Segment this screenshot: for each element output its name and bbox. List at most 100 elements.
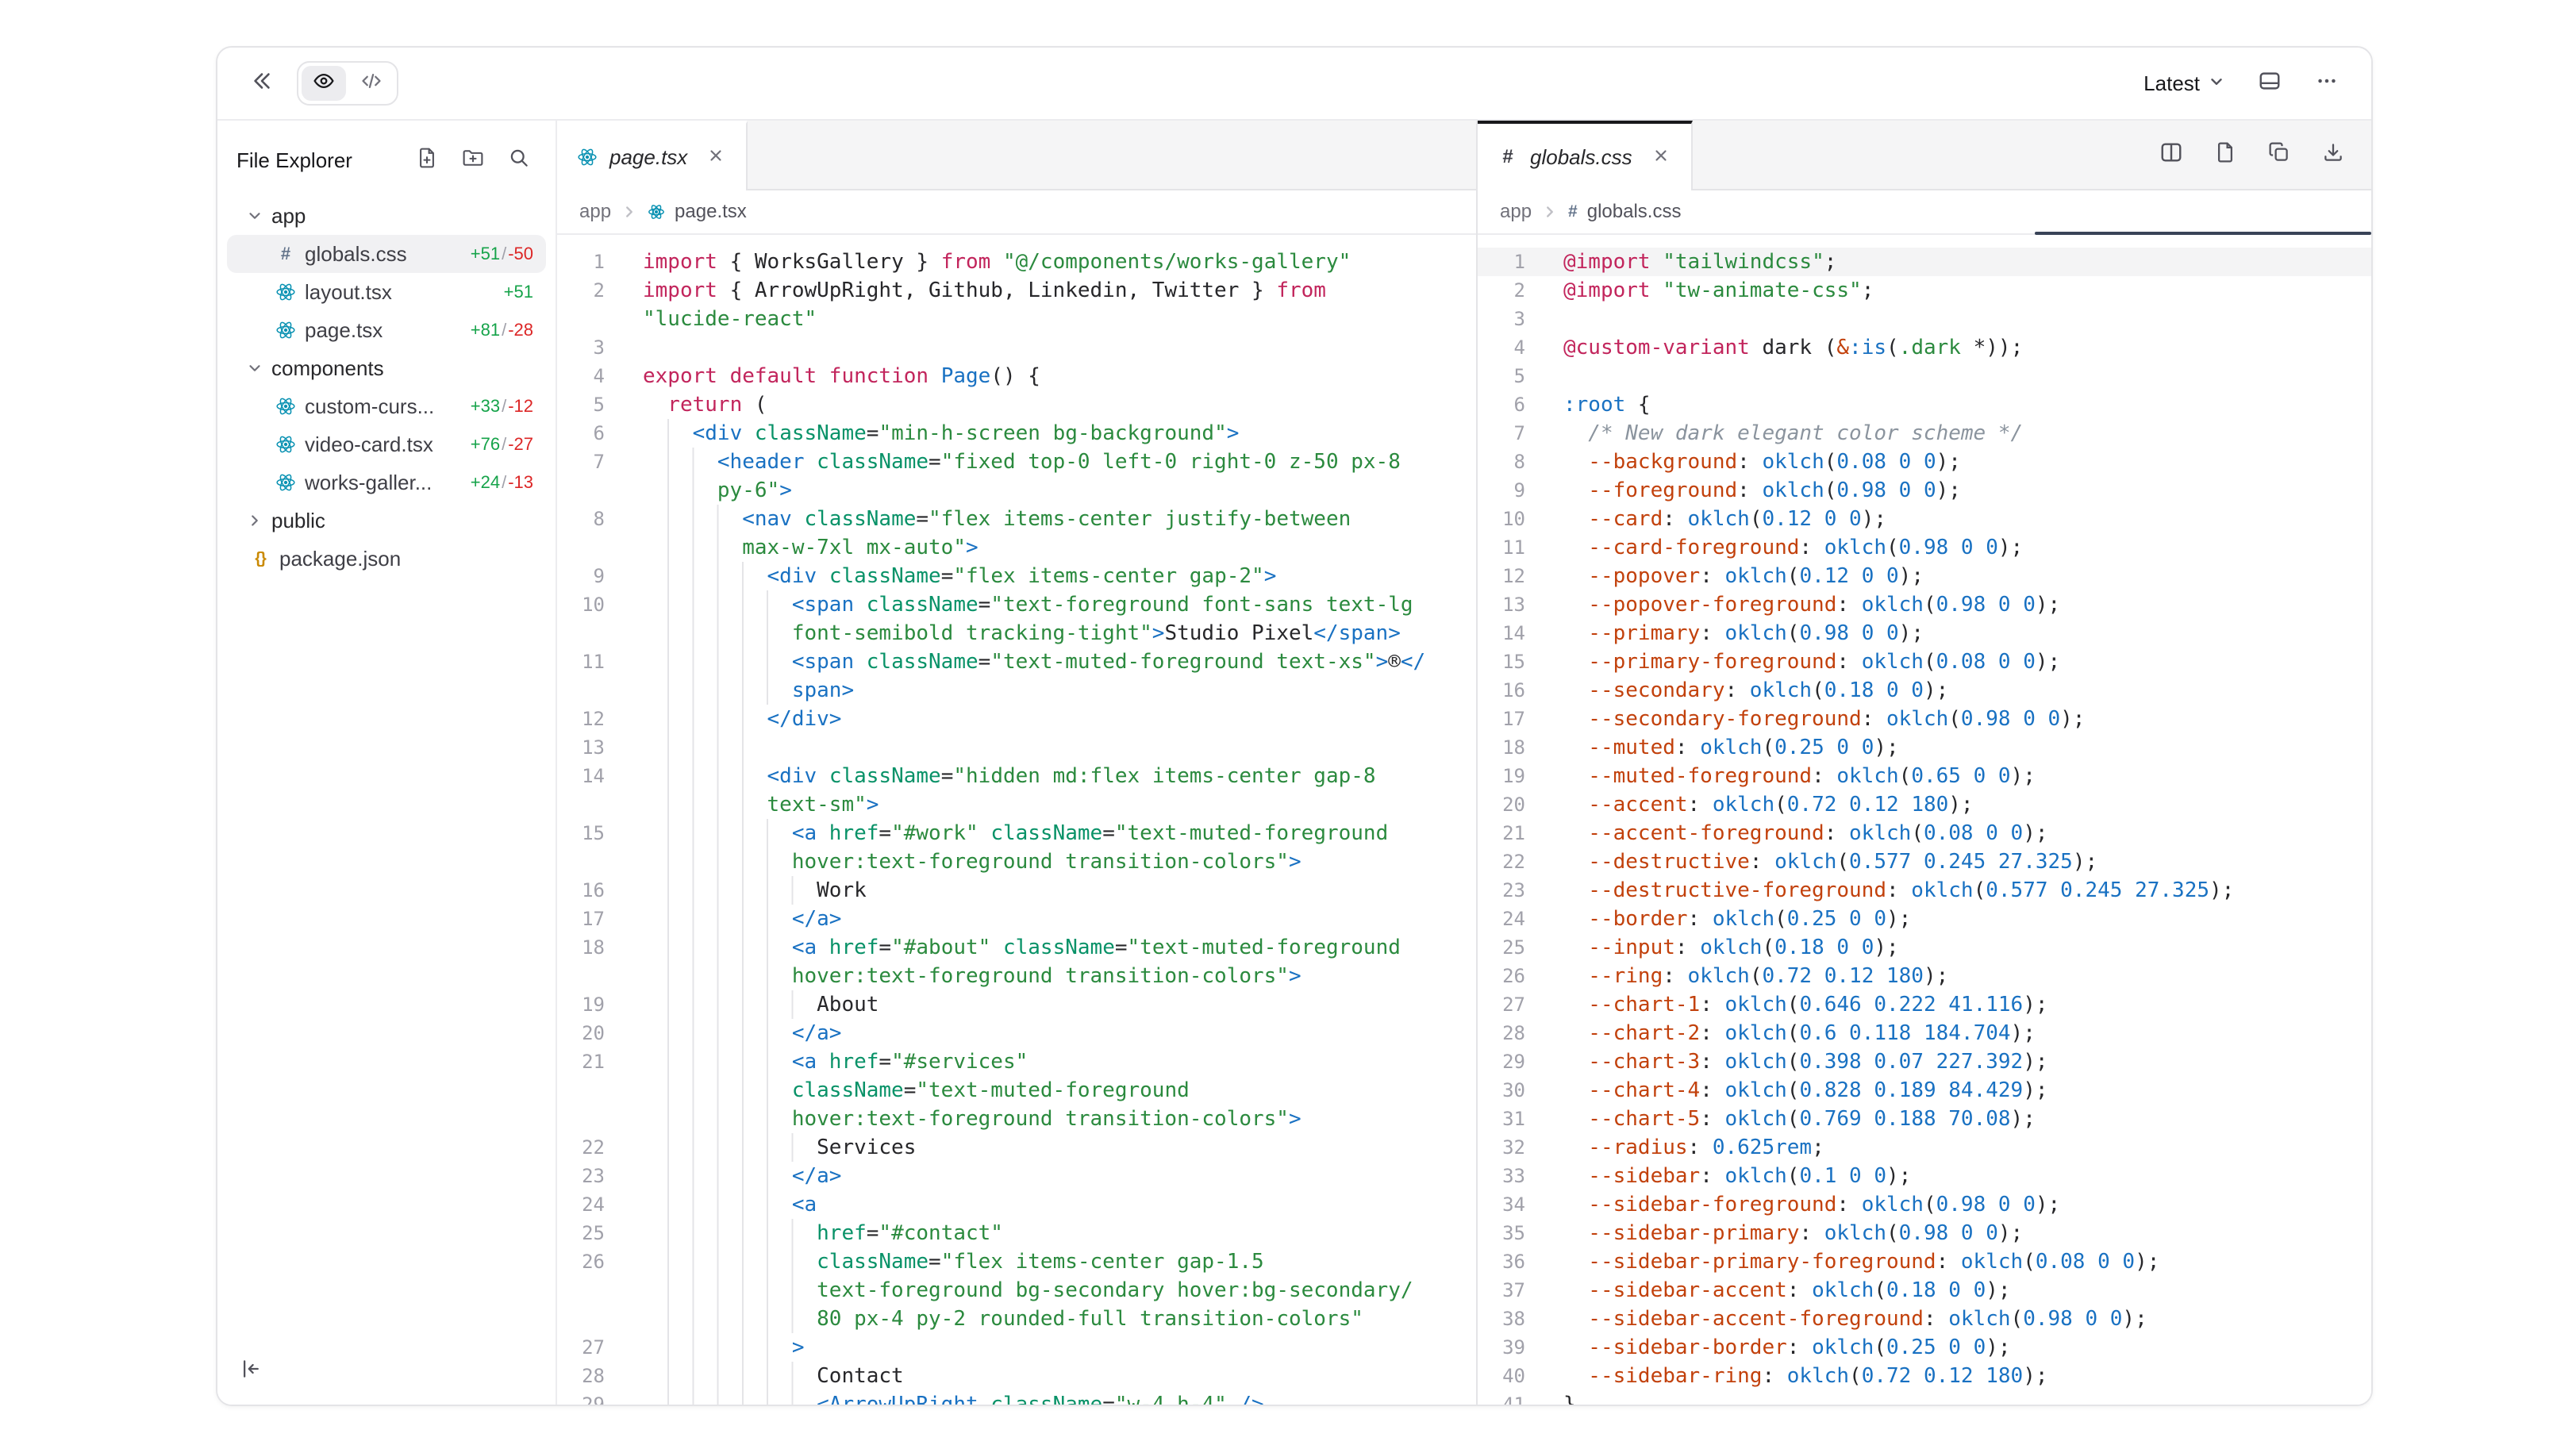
code-line-21[interactable]: 21<a href="#services" className="text-mu… (557, 1047, 1476, 1133)
code-line-1[interactable]: 1@import "tailwindcss"; (1478, 248, 2371, 276)
code-line-11[interactable]: 11<span className="text-muted-foreground… (557, 648, 1476, 705)
code-line-29[interactable]: 29--chart-3: oklch(0.398 0.07 227.392); (1478, 1047, 2371, 1076)
code-line-5[interactable]: 5 (1478, 362, 2371, 390)
new-folder-button[interactable] (456, 143, 490, 178)
code-line-23[interactable]: 23</a> (557, 1162, 1476, 1190)
code-line-34[interactable]: 34--sidebar-foreground: oklch(0.98 0 0); (1478, 1190, 2371, 1219)
code-line-33[interactable]: 33--sidebar: oklch(0.1 0 0); (1478, 1162, 2371, 1190)
code-line-26[interactable]: 26className="flex items-center gap-1.5 t… (557, 1247, 1476, 1333)
code-line-5[interactable]: 5return ( (557, 390, 1476, 419)
file-view-button[interactable] (2209, 139, 2241, 171)
code-line-20[interactable]: 20--accent: oklch(0.72 0.12 180); (1478, 790, 2371, 819)
code-line-12[interactable]: 12</div> (557, 705, 1476, 733)
tree-file-custom-curs...[interactable]: custom-curs...+33/-12 (227, 387, 546, 425)
code-line-9[interactable]: 9<div className="flex items-center gap-2… (557, 562, 1476, 590)
split-view-button[interactable] (2155, 139, 2187, 171)
download-button[interactable] (2317, 139, 2349, 171)
code-line-13[interactable]: 13 (557, 733, 1476, 762)
code-line-29[interactable]: 29<ArrowUpRight className="w-4 h-4" /> (557, 1390, 1476, 1405)
code-line-40[interactable]: 40--sidebar-ring: oklch(0.72 0.12 180); (1478, 1362, 2371, 1390)
code-view-button[interactable] (349, 66, 394, 101)
collapse-sidebar-button[interactable] (230, 1351, 271, 1392)
code-line-31[interactable]: 31--chart-5: oklch(0.769 0.188 70.08); (1478, 1105, 2371, 1133)
code-line-7[interactable]: 7<header className="fixed top-0 left-0 r… (557, 448, 1476, 505)
collapse-panel-button[interactable] (240, 61, 284, 106)
code-line-10[interactable]: 10<span className="text-foreground font-… (557, 590, 1476, 648)
search-files-button[interactable] (502, 143, 536, 178)
code-line-15[interactable]: 15--primary-foreground: oklch(0.08 0 0); (1478, 648, 2371, 676)
panel-layout-button[interactable] (2247, 61, 2292, 106)
tree-folder-components[interactable]: components (227, 349, 546, 387)
code-line-25[interactable]: 25href="#contact" (557, 1219, 1476, 1247)
version-dropdown[interactable]: Latest (2134, 65, 2235, 102)
code-line-21[interactable]: 21--accent-foreground: oklch(0.08 0 0); (1478, 819, 2371, 847)
code-line-11[interactable]: 11--card-foreground: oklch(0.98 0 0); (1478, 533, 2371, 562)
code-line-4[interactable]: 4@custom-variant dark (&:is(.dark *)); (1478, 333, 2371, 362)
code-line-17[interactable]: 17--secondary-foreground: oklch(0.98 0 0… (1478, 705, 2371, 733)
copy-button[interactable] (2263, 139, 2295, 171)
tree-folder-public[interactable]: public (227, 502, 546, 540)
code-line-8[interactable]: 8<nav className="flex items-center justi… (557, 505, 1476, 562)
code-line-19[interactable]: 19--muted-foreground: oklch(0.65 0 0); (1478, 762, 2371, 790)
code-line-10[interactable]: 10--card: oklch(0.12 0 0); (1478, 505, 2371, 533)
close-tab-button[interactable] (702, 143, 730, 171)
tree-file-works-galler...[interactable]: works-galler...+24/-13 (227, 463, 546, 502)
code-line-38[interactable]: 38--sidebar-accent-foreground: oklch(0.9… (1478, 1305, 2371, 1333)
breadcrumb-file[interactable]: page.tsx (675, 201, 747, 223)
code-line-9[interactable]: 9--foreground: oklch(0.98 0 0); (1478, 476, 2371, 505)
code-line-3[interactable]: 3 (1478, 305, 2371, 333)
tab-page-tsx[interactable]: page.tsx (557, 121, 748, 190)
close-tab-button[interactable] (1647, 143, 1675, 171)
code-line-41[interactable]: 41} (1478, 1390, 2371, 1405)
code-line-16[interactable]: 16--secondary: oklch(0.18 0 0); (1478, 676, 2371, 705)
code-line-23[interactable]: 23--destructive-foreground: oklch(0.577 … (1478, 876, 2371, 905)
code-line-4[interactable]: 4export default function Page() { (557, 362, 1476, 390)
preview-eye-button[interactable] (302, 66, 346, 101)
tree-file-package.json[interactable]: {}package.json (227, 540, 546, 578)
code-line-14[interactable]: 14<div className="hidden md:flex items-c… (557, 762, 1476, 819)
code-line-13[interactable]: 13--popover-foreground: oklch(0.98 0 0); (1478, 590, 2371, 619)
code-editor-globals-css[interactable]: 1@import "tailwindcss";2@import "tw-anim… (1478, 235, 2371, 1405)
code-line-6[interactable]: 6:root { (1478, 390, 2371, 419)
code-line-26[interactable]: 26--ring: oklch(0.72 0.12 180); (1478, 962, 2371, 990)
code-line-17[interactable]: 17</a> (557, 905, 1476, 933)
breadcrumb-file[interactable]: globals.css (1587, 201, 1682, 223)
code-line-25[interactable]: 25--input: oklch(0.18 0 0); (1478, 933, 2371, 962)
code-line-39[interactable]: 39--sidebar-border: oklch(0.25 0 0); (1478, 1333, 2371, 1362)
code-line-22[interactable]: 22Services (557, 1133, 1476, 1162)
more-options-button[interactable] (2305, 61, 2349, 106)
code-line-36[interactable]: 36--sidebar-primary-foreground: oklch(0.… (1478, 1247, 2371, 1276)
code-line-14[interactable]: 14--primary: oklch(0.98 0 0); (1478, 619, 2371, 648)
tree-folder-app[interactable]: app (227, 197, 546, 235)
code-line-19[interactable]: 19About (557, 990, 1476, 1019)
code-line-27[interactable]: 27> (557, 1333, 1476, 1362)
code-editor-page-tsx[interactable]: 1import { WorksGallery } from "@/compone… (557, 235, 1476, 1405)
code-line-2[interactable]: 2import { ArrowUpRight, Github, Linkedin… (557, 276, 1476, 333)
code-line-16[interactable]: 16Work (557, 876, 1476, 905)
code-line-32[interactable]: 32--radius: 0.625rem; (1478, 1133, 2371, 1162)
code-line-7[interactable]: 7/* New dark elegant color scheme */ (1478, 419, 2371, 448)
breadcrumb-root[interactable]: app (579, 201, 611, 223)
tab-globals-css[interactable]: # globals.css (1478, 121, 1693, 190)
breadcrumb-root[interactable]: app (1500, 201, 1532, 223)
code-line-18[interactable]: 18--muted: oklch(0.25 0 0); (1478, 733, 2371, 762)
tree-file-video-card.tsx[interactable]: video-card.tsx+76/-27 (227, 425, 546, 463)
code-line-24[interactable]: 24--border: oklch(0.25 0 0); (1478, 905, 2371, 933)
code-line-6[interactable]: 6<div className="min-h-screen bg-backgro… (557, 419, 1476, 448)
tree-file-page.tsx[interactable]: page.tsx+81/-28 (227, 311, 546, 349)
code-line-3[interactable]: 3 (557, 333, 1476, 362)
code-line-20[interactable]: 20</a> (557, 1019, 1476, 1047)
tree-file-globals.css[interactable]: #globals.css+51/-50 (227, 235, 546, 273)
tree-file-layout.tsx[interactable]: layout.tsx+51 (227, 273, 546, 311)
new-file-button[interactable] (409, 143, 444, 178)
code-line-1[interactable]: 1import { WorksGallery } from "@/compone… (557, 248, 1476, 276)
code-line-27[interactable]: 27--chart-1: oklch(0.646 0.222 41.116); (1478, 990, 2371, 1019)
code-line-18[interactable]: 18<a href="#about" className="text-muted… (557, 933, 1476, 990)
code-line-35[interactable]: 35--sidebar-primary: oklch(0.98 0 0); (1478, 1219, 2371, 1247)
code-line-12[interactable]: 12--popover: oklch(0.12 0 0); (1478, 562, 2371, 590)
code-line-37[interactable]: 37--sidebar-accent: oklch(0.18 0 0); (1478, 1276, 2371, 1305)
code-line-28[interactable]: 28Contact (557, 1362, 1476, 1390)
code-line-28[interactable]: 28--chart-2: oklch(0.6 0.118 184.704); (1478, 1019, 2371, 1047)
code-line-24[interactable]: 24<a (557, 1190, 1476, 1219)
code-line-8[interactable]: 8--background: oklch(0.08 0 0); (1478, 448, 2371, 476)
